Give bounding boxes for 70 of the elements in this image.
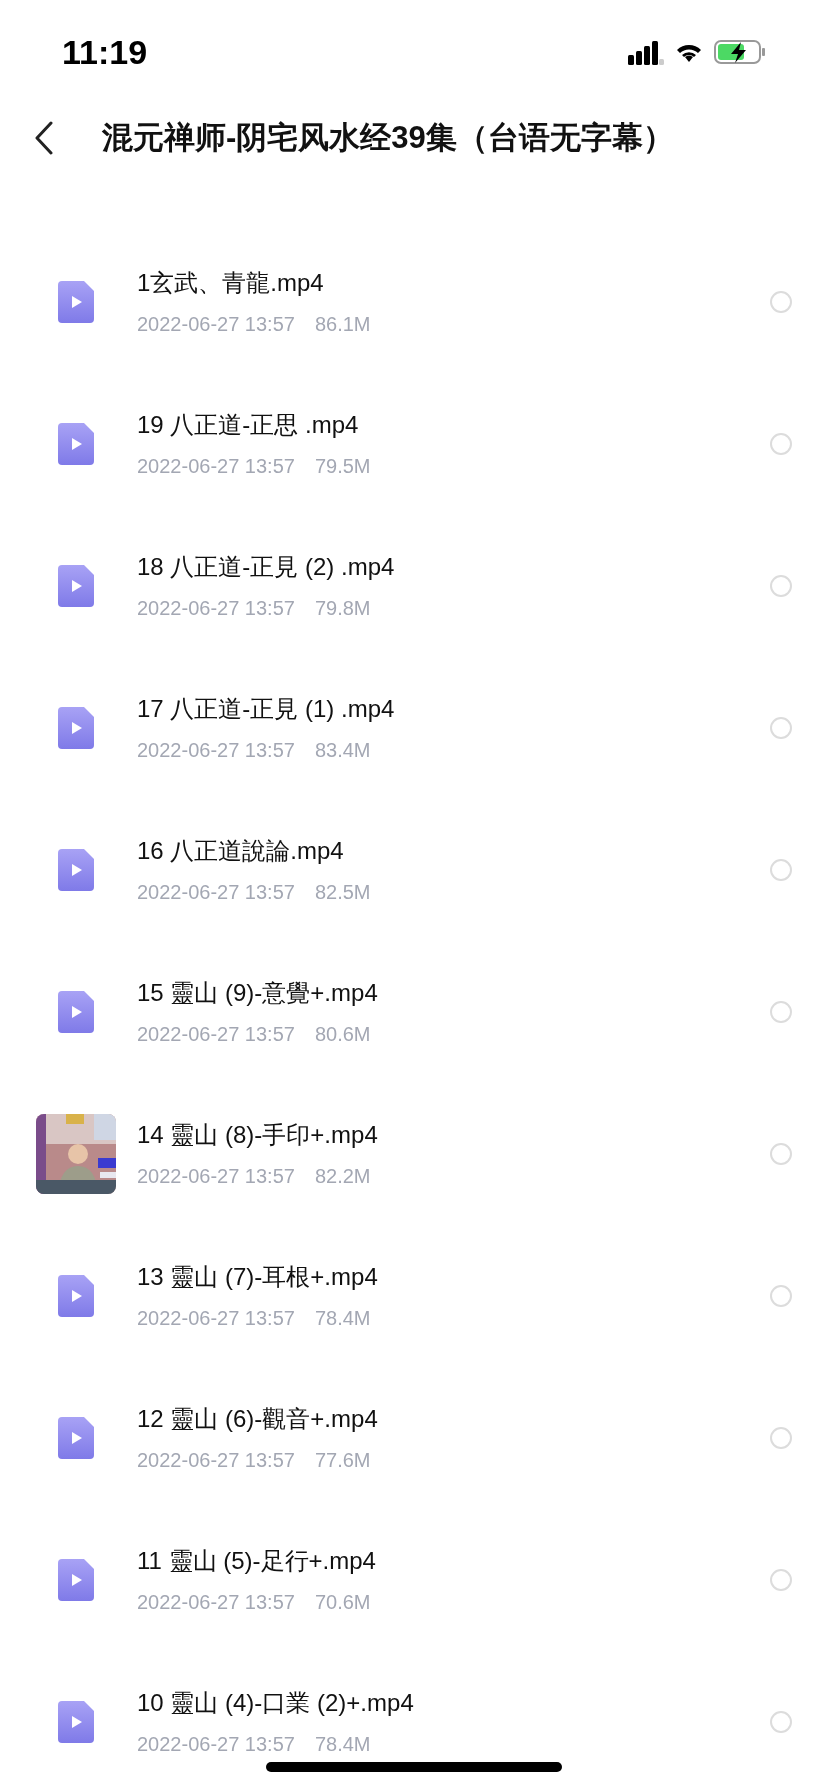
video-file-icon [58,991,94,1033]
select-radio[interactable] [770,717,792,739]
file-name: 16 八正道說論.mp4 [137,836,345,866]
file-date: 2022-06-27 13:57 [137,1732,295,1757]
file-size: 78.4M [314,1732,371,1757]
file-date: 2022-06-27 13:57 [137,1590,295,1615]
video-file-icon [58,423,94,465]
file-name: 17 八正道-正見 (1) .mp4 [137,694,396,724]
file-date: 2022-06-27 13:57 [137,596,295,621]
file-row[interactable]: 13 靈山 (7)-耳根+.mp4 2022-06-27 13:57 78.4M [0,1225,828,1367]
select-radio[interactable] [770,1285,792,1307]
file-name: 14 靈山 (8)-手印+.mp4 [137,1120,379,1150]
status-time: 11:19 [62,31,148,73]
file-date: 2022-06-27 13:57 [137,1306,295,1331]
file-size: 79.8M [314,596,371,621]
select-radio[interactable] [770,575,792,597]
video-file-icon [58,849,94,891]
file-row[interactable]: 15 靈山 (9)-意覺+.mp4 2022-06-27 13:57 80.6M [0,941,828,1083]
file-row[interactable]: 19 八正道-正思 .mp4 2022-06-27 13:57 79.5M [0,373,828,515]
video-file-icon [58,1275,94,1317]
select-radio[interactable] [770,1001,792,1023]
file-date: 2022-06-27 13:57 [137,1164,295,1189]
file-size: 78.4M [314,1306,371,1331]
select-radio[interactable] [770,1711,792,1733]
file-size: 70.6M [314,1590,371,1615]
file-date: 2022-06-27 13:57 [137,1022,295,1047]
back-icon [34,121,54,155]
file-name: 19 八正道-正思 .mp4 [137,410,360,440]
file-date: 2022-06-27 13:57 [137,1448,295,1473]
file-date: 2022-06-27 13:57 [137,880,295,905]
select-radio[interactable] [770,1427,792,1449]
file-size: 86.1M [314,312,371,337]
file-name: 13 靈山 (7)-耳根+.mp4 [137,1262,379,1292]
file-date: 2022-06-27 13:57 [137,738,295,763]
file-name: 12 靈山 (6)-觀音+.mp4 [137,1404,379,1434]
file-row[interactable]: 14 靈山 (8)-手印+.mp4 2022-06-27 13:57 82.2M [0,1083,828,1225]
file-name: 18 八正道-正見 (2) .mp4 [137,552,396,582]
page-title: 混元禅师-阴宅风水经39集（台语无字幕） [102,118,674,157]
select-radio[interactable] [770,859,792,881]
file-size: 82.5M [314,880,371,905]
video-file-icon [58,1559,94,1601]
file-name: 15 靈山 (9)-意覺+.mp4 [137,978,379,1008]
file-row[interactable]: 11 靈山 (5)-足行+.mp4 2022-06-27 13:57 70.6M [0,1509,828,1651]
file-size: 79.5M [314,454,371,479]
select-radio[interactable] [770,291,792,313]
video-file-icon [58,565,94,607]
file-row[interactable]: 17 八正道-正見 (1) .mp4 2022-06-27 13:57 83.4M [0,657,828,799]
file-row[interactable]: 18 八正道-正見 (2) .mp4 2022-06-27 13:57 79.8M [0,515,828,657]
signal-icon [628,39,664,65]
video-file-icon [58,707,94,749]
video-file-icon [58,1417,94,1459]
file-name: 11 靈山 (5)-足行+.mp4 [137,1546,377,1576]
file-name: 10 靈山 (4)-口業 (2)+.mp4 [137,1688,415,1718]
video-file-icon [58,1701,94,1743]
file-size: 83.4M [314,738,371,763]
select-radio[interactable] [770,1143,792,1165]
file-name: 1玄武、青龍.mp4 [137,268,325,298]
file-row[interactable]: 12 靈山 (6)-觀音+.mp4 2022-06-27 13:57 77.6M [0,1367,828,1509]
file-date: 2022-06-27 13:57 [137,454,295,479]
select-radio[interactable] [770,433,792,455]
file-size: 77.6M [314,1448,371,1473]
file-row[interactable]: 16 八正道說論.mp4 2022-06-27 13:57 82.5M [0,799,828,941]
file-date: 2022-06-27 13:57 [137,312,295,337]
video-file-icon [58,281,94,323]
file-row[interactable]: 1玄武、青龍.mp4 2022-06-27 13:57 86.1M [0,231,828,373]
file-size: 80.6M [314,1022,371,1047]
file-row[interactable]: 10 靈山 (4)-口業 (2)+.mp4 2022-06-27 13:57 78.4M [0,1651,828,1792]
file-size: 82.2M [314,1164,371,1189]
select-radio[interactable] [770,1569,792,1591]
battery-charging-icon [714,39,766,65]
